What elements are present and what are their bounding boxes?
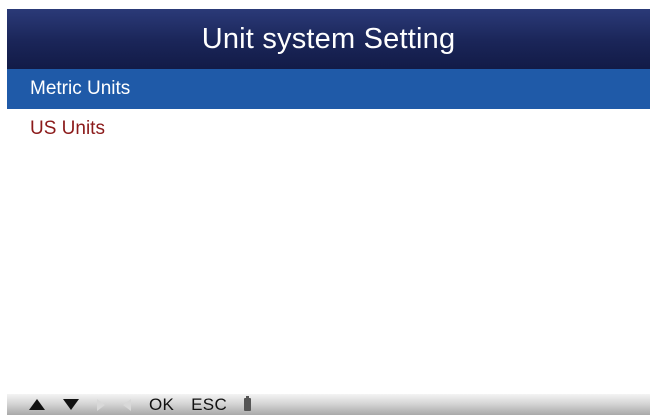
right-key [97,398,105,411]
esc-key[interactable]: ESC [191,395,227,415]
left-key [123,398,131,411]
battery-icon [244,396,252,411]
ok-key[interactable]: OK [149,395,174,415]
menu-item-label: Metric Units [30,78,131,99]
title-bar: Unit system Setting [7,9,650,69]
arrow-left-icon [123,398,131,411]
unit-menu-list: Metric Units US Units [7,69,650,149]
down-key[interactable] [63,399,79,410]
footer-key-bar: OK ESC [7,394,650,415]
arrow-up-icon [29,399,45,410]
page-title: Unit system Setting [201,22,456,55]
battery-indicator [244,396,252,411]
menu-item-metric-units[interactable]: Metric Units [7,69,650,109]
up-key[interactable] [29,399,45,410]
menu-item-us-units[interactable]: US Units [7,109,650,149]
menu-item-label: US Units [30,118,105,139]
arrow-down-icon [63,399,79,410]
arrow-right-icon [97,398,105,411]
device-screen: Unit system Setting Metric Units US Unit… [0,0,650,415]
